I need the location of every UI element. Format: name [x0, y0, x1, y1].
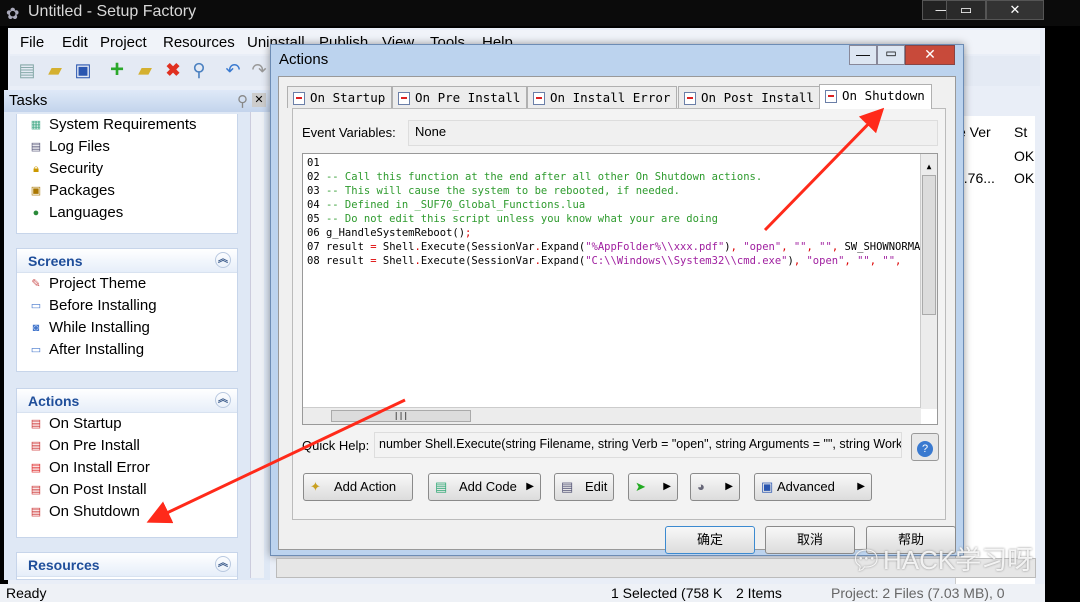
arrow-to-shutdown-action: [146, 398, 406, 524]
annotation-arrows: [146, 107, 885, 524]
arrow-to-shutdown-tab: [763, 107, 885, 232]
